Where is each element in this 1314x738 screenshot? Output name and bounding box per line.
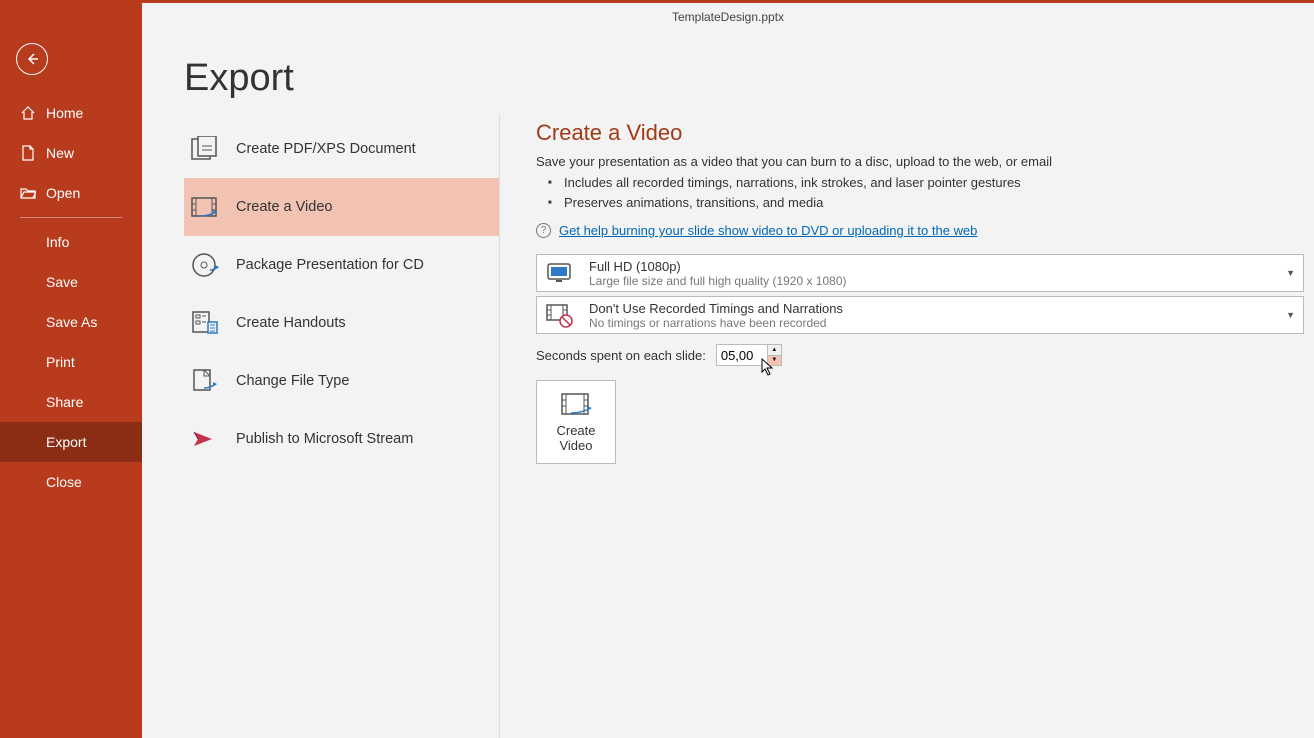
sidebar-item-share[interactable]: Share — [0, 382, 142, 422]
sidebar-item-home[interactable]: Home — [0, 93, 142, 133]
sidebar-item-new[interactable]: New — [0, 133, 142, 173]
back-arrow-icon — [24, 51, 40, 67]
export-option-pdf[interactable]: Create PDF/XPS Document — [184, 120, 499, 178]
sidebar-item-open[interactable]: Open — [0, 173, 142, 213]
sidebar-item-save-as[interactable]: Save As — [0, 302, 142, 342]
title-bar: TemplateDesign.pptx — [142, 3, 1314, 31]
pane-title: Create a Video — [536, 120, 1304, 146]
home-icon — [20, 105, 36, 121]
sidebar-label-home: Home — [46, 105, 83, 121]
timings-icon — [545, 300, 575, 330]
document-title: TemplateDesign.pptx — [672, 10, 784, 24]
backstage-sidebar: Home New Open Info Save Save As Print Sh… — [0, 3, 142, 738]
filetype-icon — [190, 366, 220, 396]
sidebar-item-close[interactable]: Close — [0, 462, 142, 502]
spinner-down-button[interactable]: ▼ — [768, 356, 781, 366]
timing-subtitle: No timings or narrations have been recor… — [589, 316, 843, 330]
new-icon — [20, 145, 36, 161]
export-options-list: Create PDF/XPS Document Create a Video — [184, 114, 500, 738]
page-heading: Export — [184, 57, 1314, 100]
sidebar-item-save[interactable]: Save — [0, 262, 142, 302]
stream-icon — [190, 424, 220, 454]
timing-title: Don't Use Recorded Timings and Narration… — [589, 301, 843, 316]
seconds-label: Seconds spent on each slide: — [536, 348, 706, 363]
create-label-2: Video — [556, 438, 595, 453]
sidebar-divider — [20, 217, 122, 218]
seconds-input[interactable] — [717, 345, 767, 365]
bullet-1: Includes all recorded timings, narration… — [536, 173, 1304, 193]
sidebar-label-new: New — [46, 145, 74, 161]
feature-bullets: Includes all recorded timings, narration… — [536, 173, 1304, 213]
export-option-video[interactable]: Create a Video — [184, 178, 499, 236]
sidebar-item-info[interactable]: Info — [0, 222, 142, 262]
timings-dropdown[interactable]: Don't Use Recorded Timings and Narration… — [536, 296, 1304, 334]
quality-subtitle: Large file size and full high quality (1… — [589, 274, 847, 288]
export-option-package[interactable]: Package Presentation for CD — [184, 236, 499, 294]
sidebar-item-export[interactable]: Export — [0, 422, 142, 462]
main-area: TemplateDesign.pptx Export Create PDF/XP… — [142, 3, 1314, 738]
back-button[interactable] — [16, 43, 48, 75]
export-option-filetype[interactable]: Change File Type — [184, 352, 499, 410]
open-icon — [20, 185, 36, 201]
help-icon: ? — [536, 223, 551, 238]
pdf-icon — [190, 134, 220, 164]
video-pane: Create a Video Save your presentation as… — [500, 114, 1314, 738]
create-video-button[interactable]: Create Video — [536, 380, 616, 464]
create-label-1: Create — [556, 423, 595, 438]
sidebar-item-print[interactable]: Print — [0, 342, 142, 382]
export-option-handouts[interactable]: Create Handouts — [184, 294, 499, 352]
help-link[interactable]: Get help burning your slide show video t… — [559, 223, 977, 238]
monitor-icon — [545, 258, 575, 288]
seconds-spinner: ▲ ▼ — [716, 344, 782, 366]
export-option-stream[interactable]: Publish to Microsoft Stream — [184, 410, 499, 468]
video-icon — [190, 192, 220, 222]
cd-icon — [190, 250, 220, 280]
chevron-down-icon: ▼ — [1286, 268, 1295, 278]
pane-description: Save your presentation as a video that y… — [536, 154, 1304, 169]
quality-dropdown[interactable]: Full HD (1080p) Large file size and full… — [536, 254, 1304, 292]
quality-title: Full HD (1080p) — [589, 259, 847, 274]
chevron-down-icon: ▼ — [1286, 310, 1295, 320]
sidebar-label-open: Open — [46, 185, 80, 201]
create-video-icon — [559, 391, 593, 419]
bullet-2: Preserves animations, transitions, and m… — [536, 193, 1304, 213]
spinner-up-button[interactable]: ▲ — [768, 345, 781, 356]
handouts-icon — [190, 308, 220, 338]
